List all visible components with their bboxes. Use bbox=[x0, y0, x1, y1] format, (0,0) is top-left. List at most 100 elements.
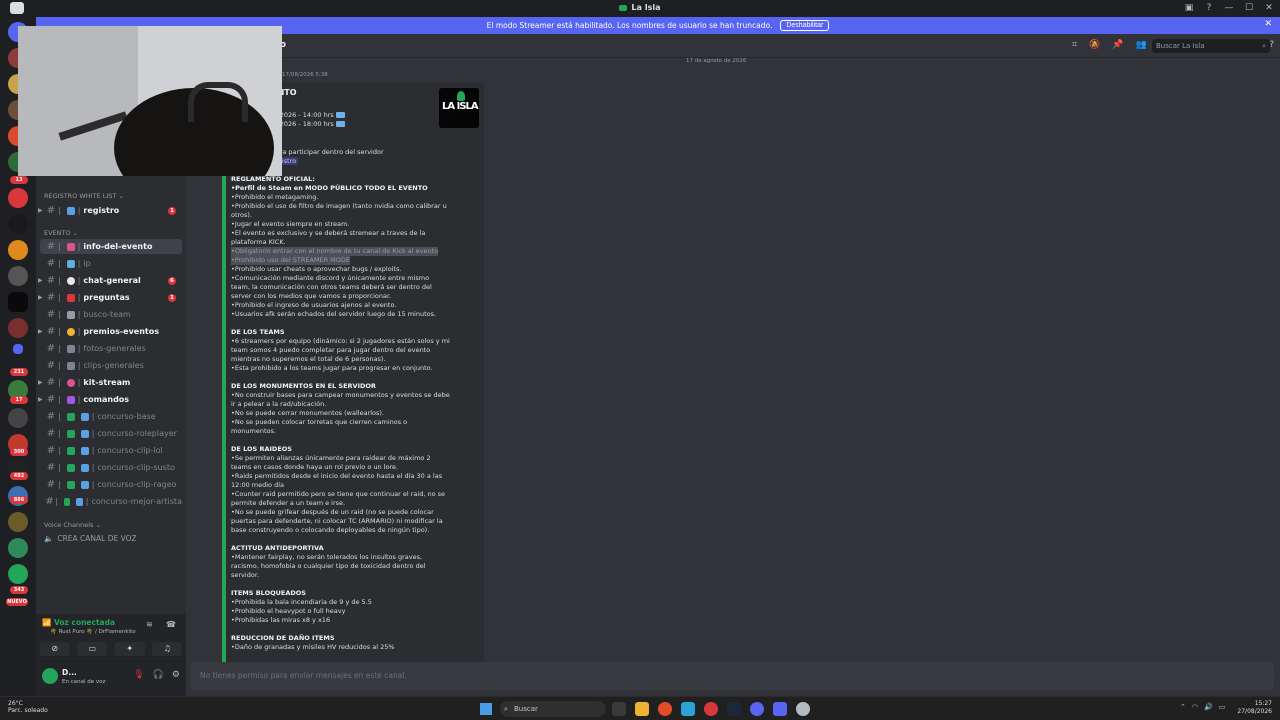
rule-line: •Raids permitidos desde el inicio del ev… bbox=[231, 472, 443, 480]
threads-icon[interactable]: ⌗ bbox=[1072, 40, 1077, 50]
hash-icon: # bbox=[46, 360, 56, 371]
caret-icon: ▶ bbox=[38, 277, 43, 284]
voice-status[interactable]: 📶 Voz conectada bbox=[42, 618, 115, 627]
app-icon[interactable] bbox=[681, 702, 695, 716]
channel-concurso-base[interactable]: # | | concurso-base bbox=[40, 409, 182, 424]
channel-concurso-roleplayer[interactable]: # | | concurso-roleplayer bbox=[40, 426, 182, 441]
task-view-icon[interactable] bbox=[612, 702, 626, 716]
hash-icon: # bbox=[46, 394, 56, 405]
inbox-icon[interactable]: ▣ bbox=[1184, 3, 1194, 13]
volume-icon[interactable]: 🔊 bbox=[1204, 703, 1213, 711]
channel-fotos-generales[interactable]: # | | fotos-generales bbox=[40, 341, 182, 356]
bell-icon[interactable]: 🔕 bbox=[1089, 40, 1100, 50]
mention-badge: 13 bbox=[10, 176, 28, 184]
deafen-icon[interactable]: 🎧 bbox=[153, 670, 164, 680]
chrome-icon[interactable] bbox=[658, 702, 672, 716]
clock[interactable]: 15:27 27/08/2026 bbox=[1237, 700, 1272, 716]
rule-line: •No construir bases para campear monumen… bbox=[231, 391, 450, 399]
rule-line: •Obligatorio entrar con el nombre de tu … bbox=[231, 247, 439, 256]
system-tray: ⌃ ◠ 🔊 ▭ bbox=[1180, 703, 1225, 711]
search-icon: ⌕ bbox=[504, 705, 508, 713]
channel-chat-general[interactable]: ▶ # | | chat-general 6 bbox=[38, 273, 182, 288]
category-evento[interactable]: EVENTO ⌄ bbox=[44, 229, 78, 237]
server-icon-active[interactable] bbox=[8, 292, 28, 312]
channel-concurso-mejor-artista[interactable]: # | | concurso-mejor-artista bbox=[40, 494, 182, 509]
caret-icon: ▶ bbox=[38, 379, 43, 386]
app-icon[interactable] bbox=[704, 702, 718, 716]
channel-info-del-evento[interactable]: # | | info-del-evento bbox=[40, 239, 182, 254]
members-icon[interactable]: 👥 bbox=[1136, 40, 1147, 50]
soundboard-icon[interactable]: ♫ bbox=[152, 642, 183, 656]
server-icon[interactable] bbox=[8, 564, 28, 584]
channel-comandos[interactable]: ▶ # | | comandos bbox=[38, 392, 182, 407]
channel-busco-team[interactable]: # | | busco-team bbox=[40, 307, 182, 322]
discord-icon[interactable] bbox=[773, 702, 787, 716]
noise-suppression-icon[interactable]: ≋ bbox=[146, 620, 153, 629]
activities-icon[interactable]: ✦ bbox=[114, 642, 145, 656]
app-icon[interactable] bbox=[796, 702, 810, 716]
channel-premios-eventos[interactable]: ▶ # | | premios-eventos bbox=[38, 324, 182, 339]
disable-streamer-button[interactable]: Deshabilitar bbox=[780, 20, 830, 31]
maximize-button[interactable]: ☐ bbox=[1244, 3, 1254, 13]
channel-ip[interactable]: # | | ip bbox=[40, 256, 182, 271]
dollar-icon bbox=[66, 429, 75, 438]
rule-line: •Jugar el evento siempre en stream. bbox=[231, 220, 350, 228]
rule-line: •Prohibido uso del STREAMER MODE bbox=[231, 256, 351, 265]
rule-line: •El evento es exclusivo y se deberá stre… bbox=[231, 229, 426, 237]
message-composer[interactable]: No tienes permiso para enviar mensajes e… bbox=[190, 662, 1274, 690]
category-whitelist[interactable]: REGISTRO WHITE LIST ⌄ bbox=[44, 192, 124, 200]
weather-widget[interactable]: 26°C Parc. soleado bbox=[8, 700, 48, 714]
server-icon[interactable] bbox=[8, 188, 28, 208]
channel-clips-generales[interactable]: # | | clips-generales bbox=[40, 358, 182, 373]
server-icon[interactable] bbox=[8, 214, 28, 234]
voice-channel-crea[interactable]: 🔈 CREA CANAL DE VOZ bbox=[44, 534, 137, 543]
server-icon[interactable] bbox=[8, 240, 28, 260]
channel-kit-stream[interactable]: ▶ # | | kit-stream bbox=[38, 375, 182, 390]
windows-start-icon[interactable] bbox=[480, 703, 492, 715]
avatar[interactable] bbox=[42, 668, 58, 684]
category-voice[interactable]: Voice Channels ⌄ bbox=[44, 521, 101, 529]
taskbar-search[interactable]: ⌕ Buscar bbox=[500, 701, 606, 717]
server-icon[interactable] bbox=[8, 512, 28, 532]
username: D... bbox=[62, 668, 77, 677]
inbox-icon[interactable]: ? bbox=[1269, 40, 1274, 50]
rule-line: •Se permiten alianzas únicamente para ra… bbox=[231, 454, 431, 462]
mute-icon[interactable]: 🎙 bbox=[133, 670, 144, 680]
battery-icon[interactable]: ▭ bbox=[1219, 703, 1226, 711]
server-icon[interactable] bbox=[8, 408, 28, 428]
help-icon[interactable]: ? bbox=[1204, 3, 1214, 13]
mention-badge: 343 bbox=[10, 586, 28, 594]
steam-icon[interactable] bbox=[727, 702, 741, 716]
badge-icon bbox=[80, 429, 89, 438]
user-controls: 🎙 🎧 ⚙ bbox=[133, 670, 180, 680]
disconnect-icon[interactable]: ☎ bbox=[166, 620, 176, 629]
unread-badge: 1 bbox=[168, 206, 176, 215]
chevron-up-icon[interactable]: ⌃ bbox=[1180, 703, 1186, 711]
gear-icon[interactable]: ⚙ bbox=[172, 670, 180, 680]
screen-share-icon[interactable]: ▭ bbox=[77, 642, 108, 656]
wifi-icon[interactable]: ◠ bbox=[1192, 703, 1198, 711]
app-icon[interactable] bbox=[750, 702, 764, 716]
close-banner-icon[interactable]: ✕ bbox=[1264, 19, 1272, 29]
channel-registro[interactable]: ▶ # | | registro 1 bbox=[38, 203, 182, 218]
minimize-button[interactable]: — bbox=[1224, 3, 1234, 13]
server-icon[interactable] bbox=[8, 266, 28, 286]
server-icon[interactable] bbox=[8, 318, 28, 338]
folder-icon[interactable] bbox=[13, 344, 23, 354]
new-badge: NUEVO bbox=[6, 598, 28, 606]
server-icon[interactable] bbox=[8, 538, 28, 558]
search-input[interactable]: Buscar La Isla ⌕ bbox=[1152, 39, 1270, 53]
rule-line: •Counter raid permitido pero se tiene qu… bbox=[231, 490, 445, 498]
la-isla-logo[interactable]: LA ISLA · · · · · · bbox=[439, 88, 479, 128]
channel-preguntas[interactable]: ▶ # | | preguntas 1 bbox=[38, 290, 182, 305]
mention-badge: 17 bbox=[10, 396, 28, 404]
header-icons: ⌗ 🔕 📌 👥 bbox=[1072, 40, 1147, 50]
close-button[interactable]: ✕ bbox=[1264, 3, 1274, 13]
channel-concurso-clip-lol[interactable]: # | | concurso-clip-lol bbox=[40, 443, 182, 458]
channel-concurso-clip-rageo[interactable]: # | | concurso-clip-rageo bbox=[40, 477, 182, 492]
file-explorer-icon[interactable] bbox=[635, 702, 649, 716]
badge-icon bbox=[80, 412, 89, 421]
camera-off-icon[interactable]: ⊘ bbox=[39, 642, 70, 656]
pin-icon[interactable]: 📌 bbox=[1112, 40, 1123, 50]
channel-concurso-clip-susto[interactable]: # | | concurso-clip-susto bbox=[40, 460, 182, 475]
